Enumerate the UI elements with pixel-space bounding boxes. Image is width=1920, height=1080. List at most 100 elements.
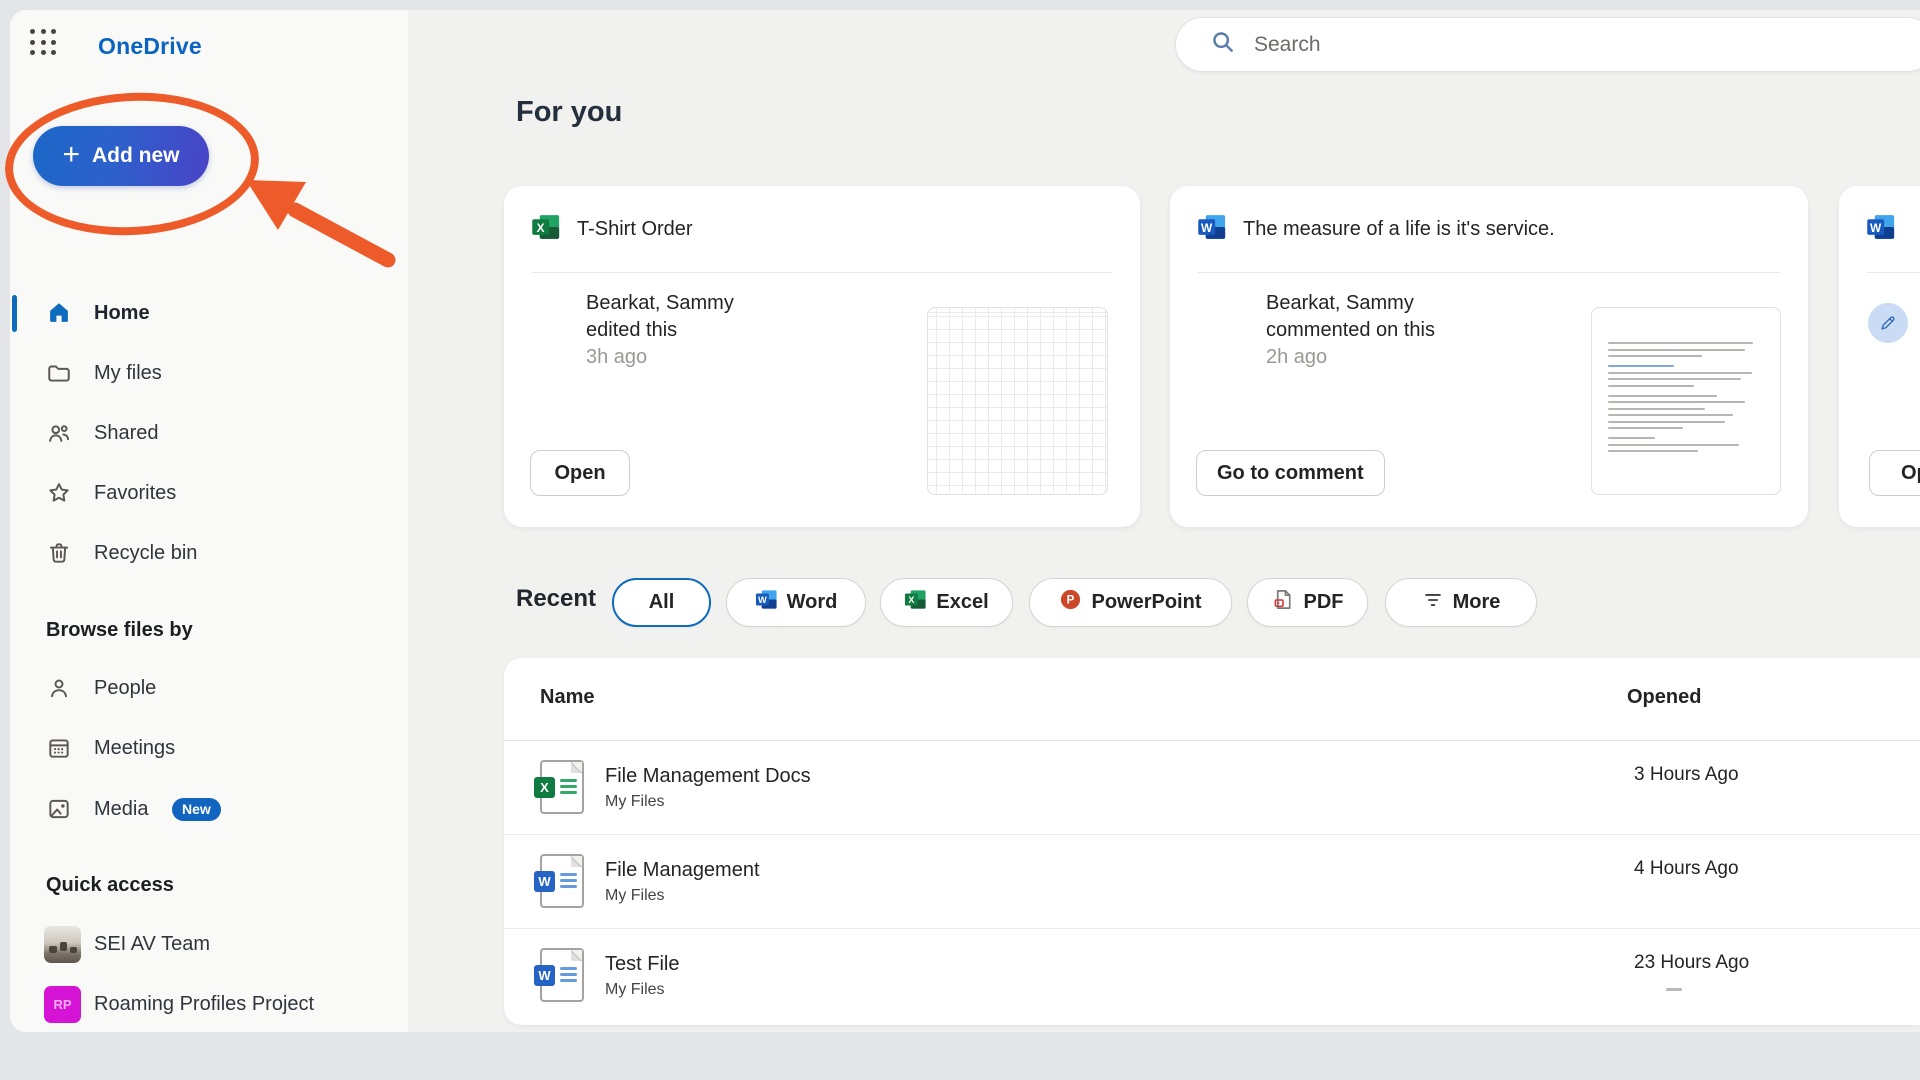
search-placeholder: Search: [1254, 32, 1321, 56]
team-thumbnail-icon: [44, 926, 81, 963]
file-location: My Files: [605, 887, 665, 904]
filter-label: Word: [786, 591, 838, 613]
people-icon: [46, 420, 72, 446]
filter-label: PDF: [1303, 591, 1344, 613]
svg-text:X: X: [909, 595, 915, 605]
filter-label: PowerPoint: [1091, 591, 1202, 613]
search-icon: [1210, 29, 1236, 60]
card-timestamp: 2h ago: [1266, 346, 1328, 368]
for-you-card-partial[interactable]: W Open: [1839, 186, 1920, 527]
recent-heading: Recent: [516, 585, 597, 612]
svg-text:P: P: [1067, 595, 1075, 607]
home-icon: [46, 300, 72, 326]
project-initials-icon: RP: [44, 986, 81, 1023]
card-title: The measure of a life is it's service.: [1243, 218, 1555, 240]
powerpoint-icon: P: [1059, 588, 1082, 617]
scroll-hint-dash: [1666, 988, 1682, 991]
filter-label: More: [1452, 591, 1501, 613]
add-new-label: Add new: [92, 144, 180, 167]
word-icon: W: [755, 588, 778, 617]
file-location: My Files: [605, 981, 665, 998]
svg-text:W: W: [1870, 221, 1882, 235]
sidebar-item-sei-av-team[interactable]: SEI AV Team: [0, 920, 398, 968]
sidebar-item-label: People: [94, 677, 157, 699]
sidebar-item-label: Meetings: [94, 737, 176, 759]
sidebar-item-recycle-bin[interactable]: Recycle bin: [0, 529, 398, 577]
filter-word[interactable]: W Word: [726, 578, 866, 627]
card-timestamp: 3h ago: [586, 346, 648, 368]
sidebar-item-label: Roaming Profiles Project: [94, 993, 315, 1015]
table-row-test-file[interactable]: W Test File My Files 23 Hours Ago: [504, 928, 1920, 1022]
column-header-name[interactable]: Name: [540, 686, 594, 709]
excel-icon: X: [531, 212, 561, 247]
table-row-file-management-docs[interactable]: X File Management Docs My Files 3 Hours …: [504, 740, 1920, 834]
app-launcher-icon[interactable]: [30, 29, 58, 57]
pdf-icon: [1272, 588, 1295, 617]
card-title: T-Shirt Order: [577, 218, 693, 240]
sidebar-item-people[interactable]: People: [0, 664, 398, 712]
open-button[interactable]: Open: [530, 450, 630, 496]
sidebar-item-favorites[interactable]: Favorites: [0, 469, 398, 517]
browse-files-by-heading: Browse files by: [46, 619, 193, 641]
file-opened-time: 23 Hours Ago: [1634, 952, 1750, 973]
sidebar-item-label: My files: [94, 362, 162, 384]
for-you-card-measure-of-life[interactable]: W The measure of a life is it's service.…: [1170, 186, 1808, 527]
search-input[interactable]: Search: [1175, 17, 1920, 72]
excel-icon: X: [904, 588, 927, 617]
sidebar-item-label: Favorites: [94, 482, 177, 504]
file-location: My Files: [605, 793, 665, 810]
sidebar-item-my-files[interactable]: My files: [0, 349, 398, 397]
sidebar-item-label: Shared: [94, 422, 159, 444]
card-divider: [1198, 272, 1780, 273]
spreadsheet-thumbnail[interactable]: [927, 307, 1108, 495]
file-opened-time: 3 Hours Ago: [1634, 764, 1739, 785]
filter-label: Excel: [936, 591, 989, 613]
card-divider: [1867, 272, 1920, 273]
filter-icon: [1422, 589, 1444, 617]
table-row-file-management[interactable]: W File Management My Files 4 Hours Ago: [504, 834, 1920, 928]
new-badge: New: [172, 798, 221, 821]
file-name: Test File: [605, 953, 680, 975]
open-button[interactable]: Open: [1869, 450, 1920, 496]
folder-icon: [46, 360, 72, 386]
sidebar-item-media[interactable]: Media New: [0, 785, 398, 833]
filter-pdf[interactable]: PDF: [1247, 578, 1368, 627]
calendar-icon: [46, 735, 72, 761]
add-new-button[interactable]: + Add new: [33, 126, 209, 186]
card-divider: [532, 272, 1112, 273]
sidebar-item-label: Media: [94, 798, 149, 820]
star-icon: [46, 480, 72, 506]
filter-all[interactable]: All: [612, 578, 711, 627]
filter-powerpoint[interactable]: P PowerPoint: [1029, 578, 1232, 627]
sidebar-item-label: SEI AV Team: [94, 933, 210, 955]
card-activity-text: Bearkat, Sammy edited this: [586, 292, 734, 341]
word-file-icon: W: [534, 854, 584, 908]
person-icon: [46, 675, 72, 701]
file-opened-time: 4 Hours Ago: [1634, 858, 1739, 879]
card-activity-text: Bearkat, Sammy commented on this: [1266, 292, 1435, 341]
plus-icon: +: [62, 137, 81, 171]
sidebar-item-roaming-profiles-project[interactable]: RP Roaming Profiles Project: [0, 980, 398, 1028]
filter-label: All: [648, 591, 675, 613]
sidebar-item-home[interactable]: Home: [0, 289, 398, 337]
edited-pencil-icon: [1868, 303, 1908, 343]
excel-file-icon: X: [534, 760, 584, 814]
column-header-opened[interactable]: Opened: [1627, 686, 1701, 709]
svg-text:W: W: [1201, 221, 1213, 235]
svg-text:X: X: [537, 221, 545, 235]
recent-files-table: Name Opened X File Management Docs My Fi…: [504, 658, 1920, 1025]
for-you-card-tshirt-order[interactable]: X T-Shirt Order Bearkat, Sammy edited th…: [504, 186, 1140, 527]
onedrive-logo[interactable]: OneDrive: [98, 33, 202, 60]
file-name: File Management Docs: [605, 765, 811, 787]
filter-more[interactable]: More: [1385, 578, 1537, 627]
file-name: File Management: [605, 859, 760, 881]
sidebar-item-label: Recycle bin: [94, 542, 198, 564]
go-to-comment-button[interactable]: Go to comment: [1196, 450, 1385, 496]
for-you-heading: For you: [516, 96, 623, 128]
sidebar-item-shared[interactable]: Shared: [0, 409, 398, 457]
filter-excel[interactable]: X Excel: [880, 578, 1013, 627]
document-thumbnail[interactable]: [1591, 307, 1781, 495]
sidebar-item-meetings[interactable]: Meetings: [0, 724, 398, 772]
word-icon: W: [1866, 212, 1896, 247]
trash-icon: [46, 540, 72, 566]
